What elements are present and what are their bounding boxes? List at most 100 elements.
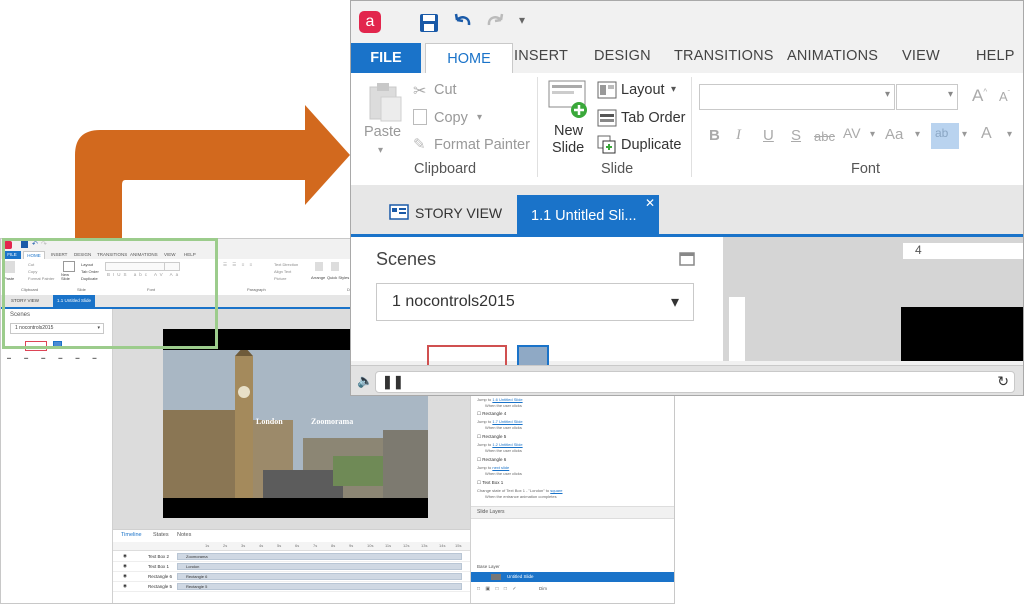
arrange-icon[interactable] [315, 262, 323, 271]
new-slide-button-line1[interactable]: New [554, 123, 583, 139]
timeline-bar[interactable]: Zoomorama [177, 553, 462, 560]
tab-insert[interactable]: INSERT [514, 48, 568, 64]
paste-icon[interactable] [367, 81, 403, 123]
trigger-2-link[interactable]: 1.7 Untitled Slide [492, 419, 522, 424]
cut-button[interactable]: Cut [434, 82, 457, 98]
customize-qat-icon[interactable]: ▾ [519, 13, 525, 27]
strikethrough-button[interactable]: abc [814, 129, 835, 144]
small-triggers-panel: Jump to 1.6 Untitled Slide When the user… [470, 394, 674, 603]
copy-dropdown-icon[interactable]: ▾ [477, 112, 482, 123]
paste-button[interactable]: Paste [364, 124, 401, 140]
small-arrange[interactable]: Arrange [311, 275, 325, 280]
scene-map-slides-row[interactable]: ▬ ▬ ▬ ▬ ▬ ▬ [7, 355, 103, 360]
group-divider [691, 77, 692, 177]
scene-dropdown-value: 1 nocontrols2015 [392, 293, 515, 310]
small-align-text[interactable]: Align Text [274, 269, 291, 274]
change-case-button[interactable]: Aa [885, 126, 903, 143]
scene-map-slide[interactable] [427, 345, 507, 367]
timeline-row[interactable]: ◉ Rectangle 5 Rectangle 5 [113, 582, 470, 592]
small-quick-styles[interactable]: Quick Styles [327, 275, 349, 280]
save-icon[interactable] [419, 13, 439, 33]
notes-tab[interactable]: Notes [177, 532, 191, 538]
copy-button[interactable]: Copy [434, 110, 468, 126]
eye-icon[interactable]: ◉ [123, 563, 127, 569]
timeline-row[interactable]: ◉ Rectangle 6 Rectangle 6 [113, 572, 470, 582]
bold-button[interactable]: B [709, 127, 720, 144]
trigger-3-title[interactable]: ☐ Rectangle 5 [477, 434, 506, 440]
highlight-color-button[interactable]: ab [931, 123, 959, 149]
change-case-dropdown-icon[interactable]: ▾ [915, 129, 920, 140]
tab-file[interactable]: FILE [351, 43, 421, 73]
tab-transitions[interactable]: TRANSITIONS [674, 48, 774, 64]
float-panel-icon[interactable] [679, 252, 695, 266]
character-spacing-dropdown-icon[interactable]: ▾ [870, 129, 875, 140]
timeline-bar[interactable]: Rectangle 6 [177, 573, 462, 580]
redo-icon[interactable] [485, 11, 507, 33]
timeline-tab[interactable]: Timeline [121, 532, 142, 538]
font-color-dropdown-icon[interactable]: ▾ [1007, 129, 1012, 140]
story-view-tab[interactable]: STORY VIEW [415, 205, 502, 221]
tab-help[interactable]: HELP [976, 48, 1015, 64]
eye-icon[interactable]: ◉ [123, 573, 127, 579]
trigger-2-title[interactable]: ☐ Rectangle 4 [477, 411, 506, 417]
untitled-slide-tab[interactable]: 1.1 Untitled Sli... ✕ [517, 195, 659, 237]
font-name-combobox[interactable]: ▾ [699, 84, 895, 110]
trigger-5-title[interactable]: ☐ Text Box 1 [477, 480, 503, 486]
layer-toolbar[interactable]: □ ▣ □ □ ✓ [477, 586, 519, 592]
tab-view[interactable]: VIEW [902, 48, 940, 64]
untitled-slide-tab-label: 1.1 Untitled Sli... [531, 208, 637, 224]
font-color-icon[interactable]: A [981, 125, 992, 143]
small-picture[interactable]: Picture [274, 276, 286, 281]
slide-preview[interactable] [901, 307, 1023, 361]
trigger-3-link[interactable]: 1.2 Untitled Slide [492, 442, 522, 447]
slide-caption-zoomorama[interactable]: Zoomorama [311, 417, 353, 426]
new-slide-button-line2[interactable]: Slide [552, 140, 584, 156]
eye-icon[interactable]: ◉ [123, 583, 127, 589]
pause-icon[interactable]: ❚❚ [382, 374, 404, 390]
duplicate-button[interactable]: Duplicate [621, 137, 681, 153]
timeline-ruler[interactable]: 1s 2s 3s 4s 5s 6s 7s 8s 9s 10s 11s 12s 1… [113, 542, 470, 551]
shrink-font-icon[interactable]: Aˇ [999, 89, 1010, 104]
volume-icon[interactable]: 🔈 [357, 373, 373, 389]
trigger-4-link[interactable]: next slide [492, 465, 509, 470]
timeline-row[interactable]: ◉ Text Box 2 Zoomorama [113, 552, 470, 562]
dim-label[interactable]: Dim [539, 586, 547, 591]
replay-icon[interactable]: ↻ [997, 373, 1009, 390]
new-slide-icon[interactable] [548, 79, 590, 119]
format-painter-button[interactable]: Format Painter [434, 137, 530, 153]
tab-order-button[interactable]: Tab Order [621, 110, 685, 126]
underline-button[interactable]: U [763, 127, 774, 144]
scene-dropdown[interactable]: 1 nocontrols2015 ▾ [376, 283, 694, 321]
timeline-bar[interactable]: Rectangle 5 [177, 583, 462, 590]
small-paragraph-buttons[interactable]: ☰ ☰ ≡ ≡ [223, 262, 254, 268]
zoomed-ribbon-view: a ▾ INSERT DESIGN TRANSITIONS ANIMATIONS… [350, 0, 1024, 396]
trigger-4-title[interactable]: ☐ Rectangle 6 [477, 457, 506, 463]
tab-home[interactable]: HOME [425, 43, 513, 74]
trigger-5-event: When the entrance animation completes [485, 494, 557, 499]
close-icon[interactable]: ✕ [645, 182, 655, 224]
timeline-row[interactable]: ◉ Text Box 1 London [113, 562, 470, 572]
trigger-1-link[interactable]: 1.6 Untitled Slide [492, 397, 522, 402]
font-size-combobox[interactable]: ▾ [896, 84, 958, 110]
tab-design[interactable]: DESIGN [594, 48, 651, 64]
base-layer-row[interactable]: Untitled Slide [471, 572, 674, 582]
trigger-5-link[interactable]: square [550, 488, 562, 493]
italic-button[interactable]: I [736, 127, 741, 144]
playback-progress-bar[interactable]: ❚❚ ↻ [375, 371, 1015, 393]
undo-icon[interactable] [451, 11, 473, 33]
grow-font-icon[interactable]: A^ [972, 86, 987, 106]
timeline-bar[interactable]: London [177, 563, 462, 570]
tick-14s: 14s [439, 543, 446, 548]
quick-styles-icon[interactable] [331, 262, 339, 271]
character-spacing-button[interactable]: AV [843, 125, 861, 141]
eye-icon[interactable]: ◉ [123, 553, 127, 559]
layout-dropdown-icon[interactable]: ▾ [671, 84, 676, 95]
slide-caption-london[interactable]: London [256, 417, 283, 426]
shadow-button[interactable]: S [791, 127, 801, 144]
tab-animations[interactable]: ANIMATIONS [787, 48, 878, 64]
states-tab[interactable]: States [153, 532, 169, 538]
layout-button[interactable]: Layout [621, 82, 665, 98]
highlight-dropdown-icon[interactable]: ▾ [962, 129, 967, 140]
paste-dropdown-icon[interactable]: ▾ [378, 145, 383, 156]
small-text-direction[interactable]: Text Direction [274, 262, 298, 267]
